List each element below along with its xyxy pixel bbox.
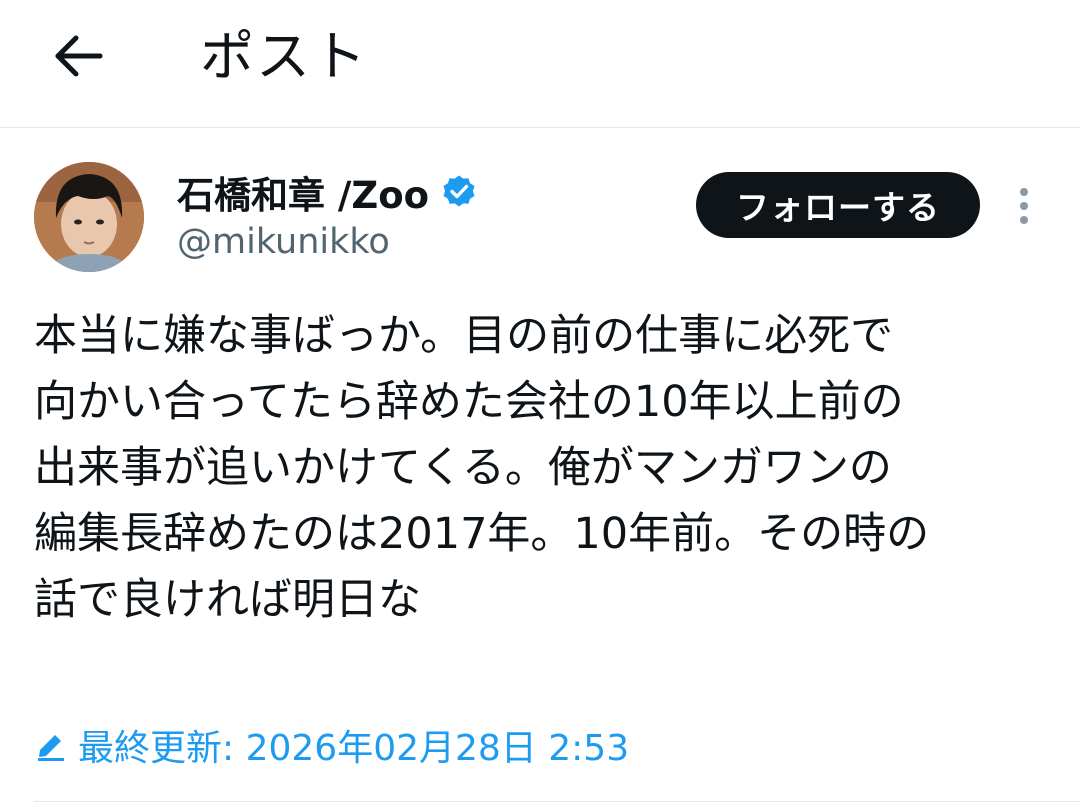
page-title: ポスト [200, 25, 368, 88]
more-vertical-icon [1020, 188, 1028, 224]
arrow-left-icon [55, 35, 103, 77]
display-name: 石橋和章 /Zoo [177, 174, 430, 217]
tweet-line: 出来事が追いかけてくる。俺がマンガワンの [34, 443, 892, 493]
edit-history-link[interactable]: 最終更新: 2026年02月28日 2:53 [34, 716, 629, 774]
divider [34, 801, 1080, 802]
display-name-row[interactable]: 石橋和章 /Zoo [177, 166, 477, 218]
tweet-text: 本当に嫌な事ばっか。目の前の仕事に必死で 向かい合ってたら辞めた会社の10年以上… [34, 303, 1064, 633]
tweet-line: 話で良ければ明日な [34, 575, 421, 625]
avatar[interactable] [34, 162, 144, 272]
pencil-icon [38, 735, 64, 761]
tweet-line: 本当に嫌な事ばっか。目の前の仕事に必死で [34, 311, 894, 361]
tweet-line: 編集長辞めたのは2017年。10年前。その時の [34, 509, 930, 559]
top-bar: ポスト [0, 0, 1080, 128]
more-button[interactable] [1004, 184, 1044, 228]
user-handle[interactable]: @mikunikko [177, 218, 390, 266]
back-button[interactable] [48, 26, 108, 86]
avatar-image [34, 162, 144, 272]
verified-badge-icon [443, 175, 475, 207]
tweet-line: 向かい合ってたら辞めた会社の10年以上前の [34, 377, 904, 427]
edited-timestamp: 最終更新: 2026年02月28日 2:53 [78, 728, 630, 769]
follow-button[interactable]: フォローする [696, 172, 980, 238]
